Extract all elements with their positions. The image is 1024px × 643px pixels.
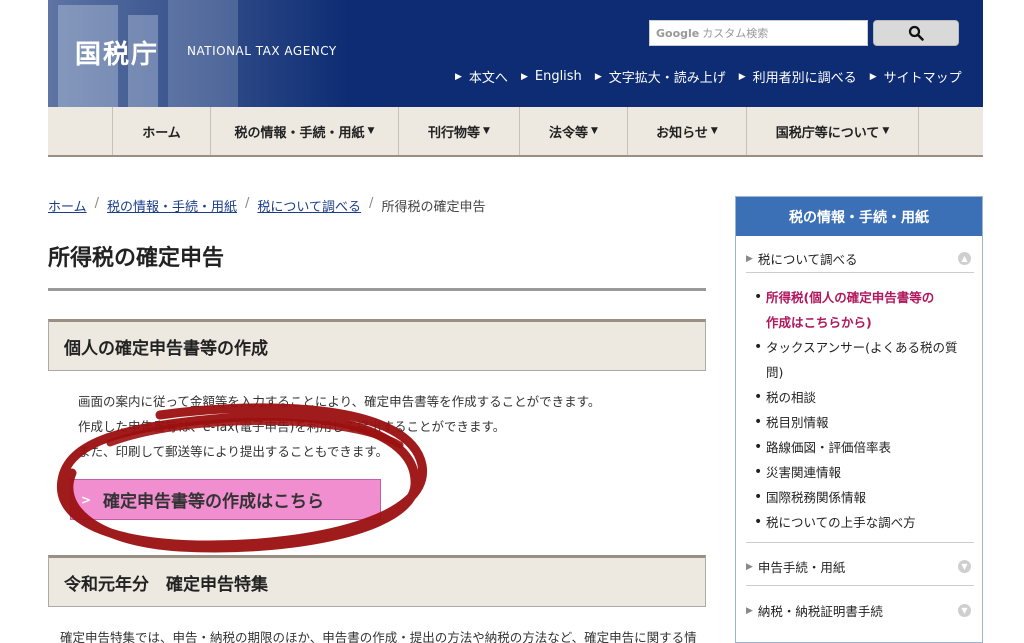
- search-button[interactable]: [873, 20, 959, 46]
- sidebar-heading: 税の情報・手続・用紙: [736, 197, 982, 236]
- page-title: 所得税の確定申告: [48, 246, 225, 271]
- nav-laws[interactable]: 法令等 ▼: [519, 107, 627, 155]
- section-text-line: また、印刷して郵送等により提出することもできます。: [78, 444, 389, 459]
- triangle-right-icon: ▶: [455, 71, 462, 82]
- caret-down-icon: ▼: [710, 126, 718, 136]
- sidebar: 税の情報・手続・用紙 ▶ 税について調べる ▲ • 所得税(個人の確定申告書等の作…: [735, 196, 983, 643]
- circle-chevron-icon: ▼: [958, 560, 971, 573]
- sidebar-item-consultation[interactable]: • 税の相談: [754, 385, 969, 410]
- nav-about[interactable]: 国税庁等について ▼: [746, 107, 918, 155]
- bullet-icon: •: [754, 439, 763, 455]
- circle-chevron-icon: ▼: [958, 604, 971, 617]
- section-heading-feature: 令和元年分 確定申告特集: [48, 555, 706, 607]
- triangle-right-icon: ▶: [746, 605, 753, 616]
- util-link-sitemap[interactable]: ▶ サイトマップ: [870, 67, 962, 86]
- triangle-right-icon: ▶: [869, 71, 877, 82]
- sidebar-item-route-price[interactable]: • 路線価図・評価倍率表: [754, 435, 969, 460]
- sidebar-item-disaster[interactable]: • 災害関連情報: [754, 460, 969, 485]
- breadcrumb-separator: /: [245, 196, 250, 211]
- bullet-icon: •: [754, 339, 763, 355]
- sidebar-item-income-tax[interactable]: • 所得税(個人の確定申告書等の 作成はこちらから): [754, 285, 969, 335]
- breadcrumb-separator: /: [369, 196, 374, 211]
- create-return-button[interactable]: > 確定申告書等の作成はこちら: [70, 479, 381, 520]
- bullet-icon: •: [754, 489, 763, 505]
- sidebar-divider: [746, 542, 974, 543]
- section-text-line: 確定申告特集では、申告・納税の期限のほか、申告書の作成・提出の方法や納税の方法な…: [60, 630, 697, 643]
- section-text-line: 画面の案内に従って金額等を入力することにより、確定申告書等を作成することができま…: [78, 394, 601, 409]
- title-divider: [48, 288, 706, 291]
- sidebar-category-forms[interactable]: ▶ 申告手続・用紙 ▼: [746, 557, 971, 576]
- magnifier-icon: [908, 25, 924, 41]
- sidebar-item-international[interactable]: • 国際税務関係情報: [754, 485, 969, 510]
- section-heading-create: 個人の確定申告書等の作成: [48, 319, 706, 371]
- triangle-right-icon: ▶: [746, 253, 753, 264]
- sidebar-divider: [746, 272, 974, 273]
- sidebar-category-research[interactable]: ▶ 税について調べる ▲: [746, 249, 971, 268]
- util-link-english[interactable]: ▶ English: [521, 67, 582, 86]
- sidebar-category-payment[interactable]: ▶ 納税・納税証明書手続 ▼: [746, 601, 971, 620]
- utility-links: ▶ 本文へ ▶ English ▶ 文字拡大・読み上げ ▶ 利用者別に調べる ▶ サイトマ…: [455, 67, 975, 86]
- breadcrumb-separator: /: [94, 196, 100, 211]
- create-return-label: 確定申告書等の作成はこちら: [103, 492, 324, 512]
- sidebar-item-how-to-search[interactable]: • 税についての上手な調べ方: [754, 510, 969, 535]
- bullet-icon: •: [754, 414, 763, 430]
- triangle-right-icon: ▶: [746, 561, 753, 572]
- chevron-right-icon: >: [80, 492, 92, 507]
- site-logo-english[interactable]: NATIONAL TAX AGENCY: [187, 44, 337, 58]
- bullet-icon: •: [754, 289, 763, 305]
- caret-down-icon: ▼: [591, 126, 598, 136]
- search-placeholder: カスタム検索: [702, 27, 769, 40]
- sidebar-list: • 所得税(個人の確定申告書等の 作成はこちらから) • タックスアンサー(よくある税…: [754, 285, 969, 535]
- section-text-line: 作成した申告書等は、e-Tax(電子申告)を利用して提出することができます。: [78, 419, 506, 434]
- sidebar-item-by-tax[interactable]: • 税目別情報: [754, 410, 969, 435]
- breadcrumb-link-research[interactable]: 税について調べる: [257, 196, 361, 215]
- nav-home[interactable]: ホーム: [112, 107, 210, 155]
- caret-down-icon: ▼: [882, 126, 890, 136]
- breadcrumb: ホーム / 税の情報・手続・用紙 / 税について調べる / 所得税の確定申告: [48, 196, 485, 215]
- global-nav: ホーム 税の情報・手続・用紙 ▼ 刊行物等 ▼ 法令等 ▼ お知らせ ▼ 国税庁等につい…: [48, 107, 983, 157]
- bullet-icon: •: [754, 464, 763, 480]
- triangle-right-icon: ▶: [738, 71, 746, 82]
- util-link-text-size[interactable]: ▶ 文字拡大・読み上げ: [595, 67, 726, 86]
- caret-down-icon: ▼: [483, 126, 490, 136]
- breadcrumb-link-tax-info[interactable]: 税の情報・手続・用紙: [107, 196, 237, 215]
- breadcrumb-link-home[interactable]: ホーム: [48, 196, 87, 215]
- sidebar-item-tax-answer[interactable]: • タックスアンサー(よくある税の質 問): [754, 335, 969, 385]
- sidebar-divider: [746, 585, 974, 586]
- util-link-skip[interactable]: ▶ 本文へ: [455, 67, 508, 86]
- breadcrumb-current: 所得税の確定申告: [381, 200, 486, 215]
- triangle-right-icon: ▶: [594, 71, 602, 82]
- nav-publications[interactable]: 刊行物等 ▼: [398, 107, 519, 155]
- bullet-icon: •: [754, 389, 763, 405]
- nav-spacer-end: [918, 107, 983, 155]
- circle-chevron-icon: ▲: [958, 252, 971, 265]
- nav-tax-info[interactable]: 税の情報・手続・用紙 ▼: [210, 107, 398, 155]
- search-brand: Google: [656, 26, 700, 40]
- caret-down-icon: ▼: [367, 126, 375, 136]
- nav-news[interactable]: お知らせ ▼: [627, 107, 746, 155]
- triangle-right-icon: ▶: [520, 71, 528, 82]
- search-input[interactable]: Google カスタム検索: [649, 20, 868, 46]
- util-link-by-user[interactable]: ▶ 利用者別に調べる: [739, 67, 857, 86]
- site-logo[interactable]: 国税庁: [75, 34, 159, 71]
- bullet-icon: •: [754, 514, 763, 530]
